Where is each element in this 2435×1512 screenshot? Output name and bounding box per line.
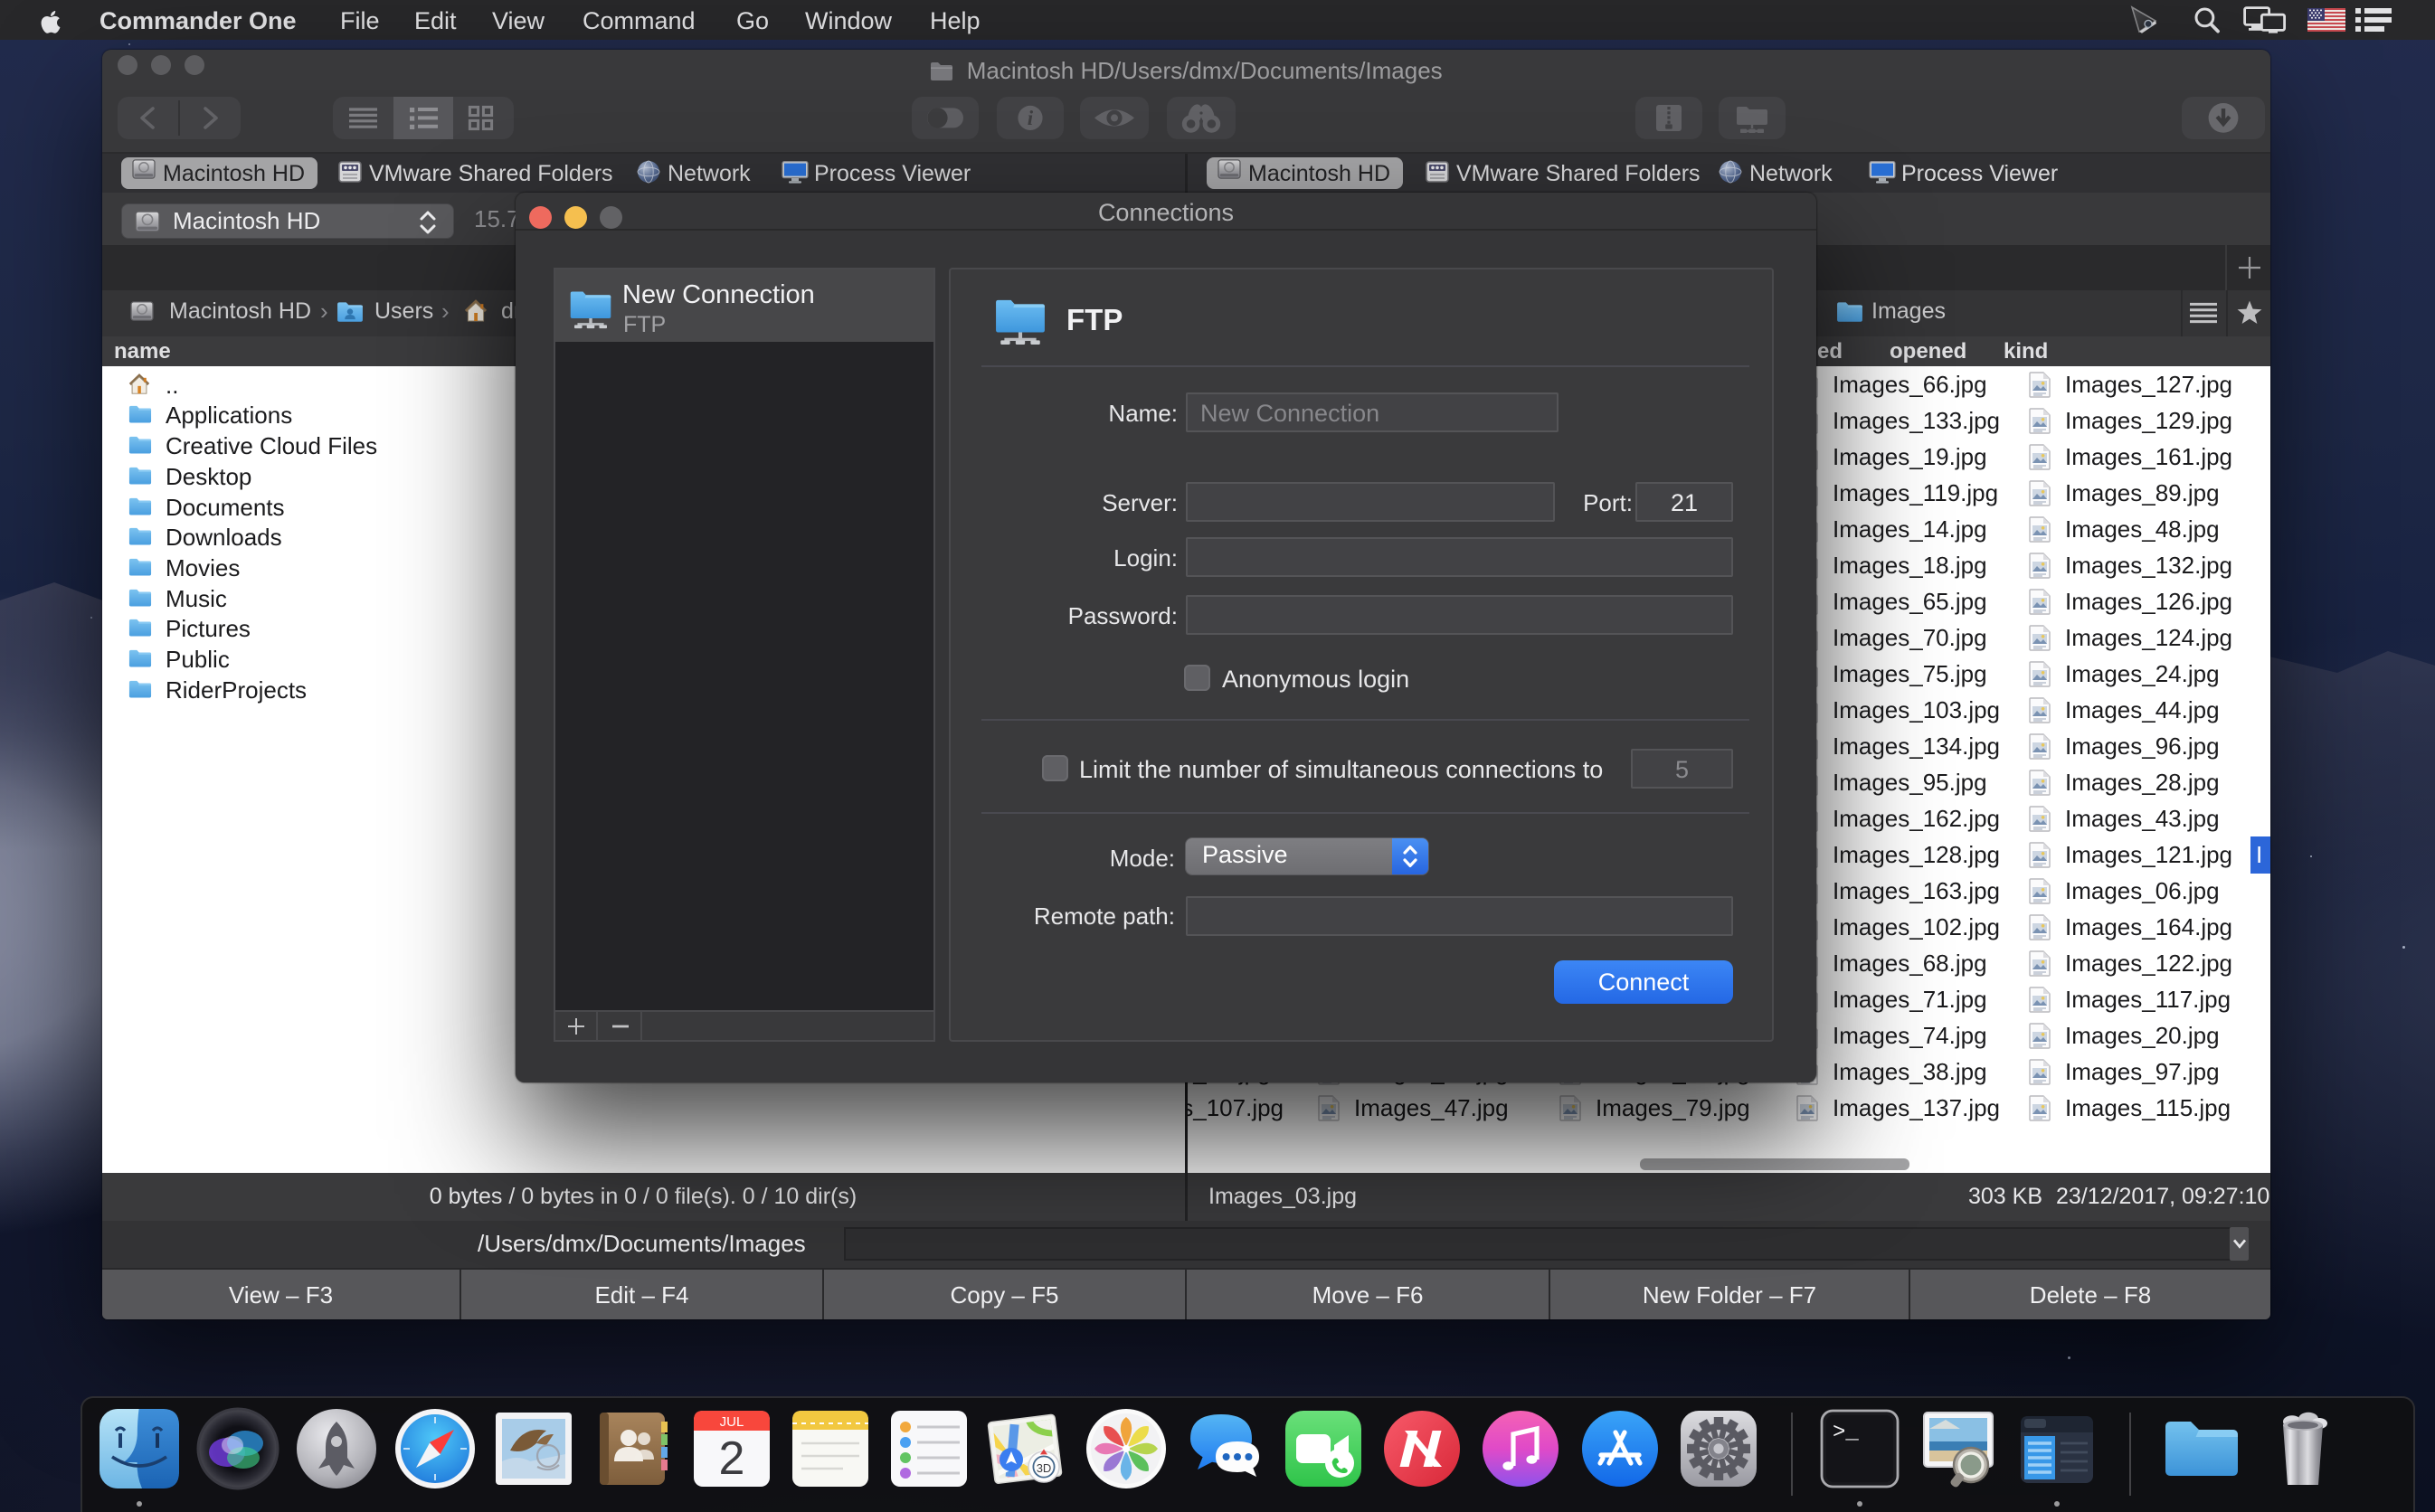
svg-text:JUL: JUL xyxy=(719,1414,744,1430)
svg-text:3D: 3D xyxy=(1037,1461,1052,1475)
svg-text:2: 2 xyxy=(718,1432,744,1485)
svg-text:i: i xyxy=(1028,107,1034,129)
svg-text:>_: >_ xyxy=(1833,1421,1859,1445)
